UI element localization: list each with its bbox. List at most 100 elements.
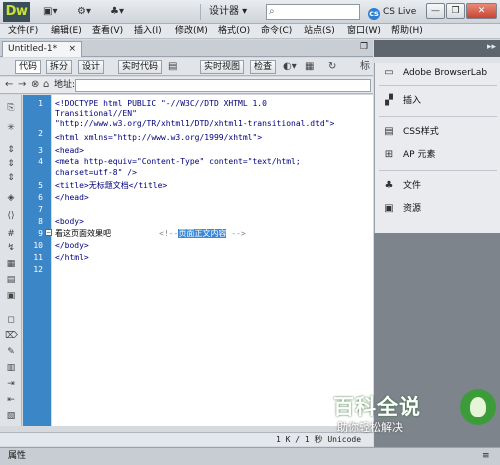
panel-dock-header: ▸▸ (374, 40, 500, 57)
code-fold-toggle[interactable]: − (45, 229, 52, 236)
panel-css-styles[interactable]: ▤ CSS样式 (375, 122, 500, 142)
indent-code-icon[interactable]: ⇥ (5, 379, 17, 390)
close-button[interactable]: ✕ (466, 3, 497, 19)
menu-insert[interactable]: 插入(I) (134, 24, 162, 39)
apply-comment-icon[interactable]: ▣ (5, 291, 17, 302)
collapse-full-tag-icon[interactable]: ⇕ (5, 145, 17, 156)
workspace-switcher[interactable]: 设计器 ▾ (209, 4, 247, 20)
code-line: Transitional//EN" (55, 109, 137, 118)
line-number-gutter: 1 2 3 4 5 6 7 8 9 10 11 12 (23, 95, 51, 426)
refresh-icon[interactable]: ↻ (328, 60, 336, 74)
document-tab[interactable]: Untitled-1* × (2, 41, 82, 57)
minimize-button[interactable]: — (426, 3, 445, 19)
outdent-code-icon[interactable]: ⇤ (5, 395, 17, 406)
code-line: <title>无标题文档</title> (55, 181, 168, 190)
inspect-icon[interactable]: ▤ (168, 60, 177, 74)
menu-window[interactable]: 窗口(W) (347, 24, 381, 39)
menu-format[interactable]: 格式(O) (218, 24, 250, 39)
cs-live-label: CS Live (383, 7, 417, 17)
menu-command[interactable]: 命令(C) (261, 24, 292, 39)
forward-icon[interactable]: → (18, 78, 26, 92)
code-line: 看这页面效果吧 <!--页面正文内容 --> (55, 229, 246, 239)
menu-modify[interactable]: 修改(M) (175, 24, 208, 39)
insert-icon: ▞ (385, 95, 393, 106)
panel-adobe-browserlab[interactable]: ▭ Adobe BrowserLab (375, 63, 500, 83)
live-view-button[interactable]: 实时视图 (200, 60, 245, 74)
expand-all-icon[interactable]: ⇕ (5, 173, 17, 184)
address-bar: ← → ⊗ ⌂ 地址: (0, 77, 373, 94)
recent-snippets-icon[interactable]: ✎ (5, 347, 17, 358)
panel-dock: ▭ Adobe BrowserLab ▞ 插入 ▤ CSS样式 ⊞ AP 元素 … (374, 63, 500, 233)
inspect-button[interactable]: 检查 (250, 60, 277, 74)
browser-preview-icon[interactable]: ◐▾ (283, 60, 297, 74)
select-parent-tag-icon[interactable]: ◈ (5, 193, 17, 204)
live-code-button[interactable]: 实时代码 (118, 60, 163, 74)
code-view-button[interactable]: 代码 (15, 60, 42, 74)
maximize-button[interactable]: ❐ (446, 3, 465, 19)
panel-assets[interactable]: ▣ 资源 (375, 199, 500, 219)
watermark-title: 百科全说 (333, 395, 421, 419)
collapse-panels-icon[interactable]: ▸▸ (487, 42, 496, 52)
balance-braces-icon[interactable]: ⟨⟩ (5, 211, 17, 222)
address-label: 地址: (54, 80, 76, 90)
panel-label: AP 元素 (403, 150, 436, 160)
adobe-browserlab-icon: ▭ (384, 67, 394, 78)
help-search-input[interactable]: ⌕ (266, 4, 360, 20)
menu-view[interactable]: 查看(V) (92, 24, 123, 39)
design-view-button[interactable]: 设计 (78, 60, 105, 74)
extend-gear-icon[interactable]: ⚙▾ (77, 5, 91, 19)
collapse-selection-icon[interactable]: ⇕ (5, 159, 17, 170)
cs-live-button[interactable]: cs CS Live (368, 4, 416, 20)
code-line: </html> (55, 253, 89, 262)
properties-panel-header[interactable]: 属性 ≡ (0, 447, 500, 465)
menu-site[interactable]: 站点(S) (304, 24, 335, 39)
layout-menu-icon[interactable]: ▣▾ (43, 5, 57, 19)
home-icon[interactable]: ⌂ (43, 78, 49, 92)
stop-icon[interactable]: ⊗ (31, 78, 39, 92)
document-tab-label: Untitled-1* (8, 44, 58, 54)
code-line: <body> (55, 217, 84, 226)
menu-file[interactable]: 文件(F) (8, 24, 38, 39)
site-manager-icon[interactable]: ♣▾ (110, 5, 124, 19)
line-number: 3 (38, 146, 43, 155)
search-icon: ⌕ (269, 6, 275, 17)
file-management-icon[interactable]: ▦ (305, 60, 314, 74)
remove-comment-icon[interactable]: ◻ (5, 315, 17, 326)
highlight-invalid-code-icon[interactable]: ↯ (5, 243, 17, 254)
divider (379, 116, 497, 117)
panel-files[interactable]: ♣ 文件 (375, 176, 500, 196)
toolbar-overflow[interactable]: 标 (360, 60, 370, 74)
close-tab-icon[interactable]: × (68, 42, 76, 57)
format-source-icon[interactable]: ▧ (5, 411, 17, 422)
line-number: 2 (38, 129, 43, 138)
divider (379, 170, 497, 171)
panel-label: CSS样式 (403, 127, 439, 137)
show-code-navigator-icon[interactable]: ✳ (5, 123, 17, 134)
panel-label: 资源 (403, 204, 422, 214)
panel-menu-icon[interactable]: ≡ (482, 451, 490, 461)
panel-insert[interactable]: ▞ 插入 (375, 91, 500, 111)
divider (379, 85, 497, 86)
line-number: 12 (33, 265, 43, 274)
code-line: <!DOCTYPE html PUBLIC "-//W3C//DTD XHTML… (55, 99, 267, 108)
move-css-icon[interactable]: ▥ (5, 363, 17, 374)
wrap-tag-icon[interactable]: ⌦ (5, 331, 18, 342)
separator (200, 4, 201, 20)
menu-edit[interactable]: 编辑(E) (51, 24, 82, 39)
auto-indent-icon[interactable]: ▤ (5, 275, 17, 286)
comment-open: <!-- (159, 229, 179, 238)
back-icon[interactable]: ← (5, 78, 13, 92)
panel-ap-elements[interactable]: ⊞ AP 元素 (375, 145, 500, 165)
restore-document-icon[interactable]: ❐ (360, 42, 368, 52)
syntax-coloring-icon[interactable]: ▦ (5, 259, 17, 270)
line-number: 8 (38, 217, 43, 226)
menu-help[interactable]: 帮助(H) (391, 24, 423, 39)
line-numbers-icon[interactable]: # (5, 229, 17, 240)
split-view-button[interactable]: 拆分 (46, 60, 73, 74)
code-editor[interactable]: <!DOCTYPE html PUBLIC "-//W3C//DTD XHTML… (52, 95, 373, 426)
selected-text: 页面正文内容 (178, 229, 227, 238)
document-tab-row: Untitled-1* × ❐ (0, 40, 373, 57)
properties-label: 属性 (8, 451, 27, 461)
address-input[interactable] (75, 79, 371, 92)
open-documents-icon[interactable]: ⎘ (5, 103, 17, 114)
